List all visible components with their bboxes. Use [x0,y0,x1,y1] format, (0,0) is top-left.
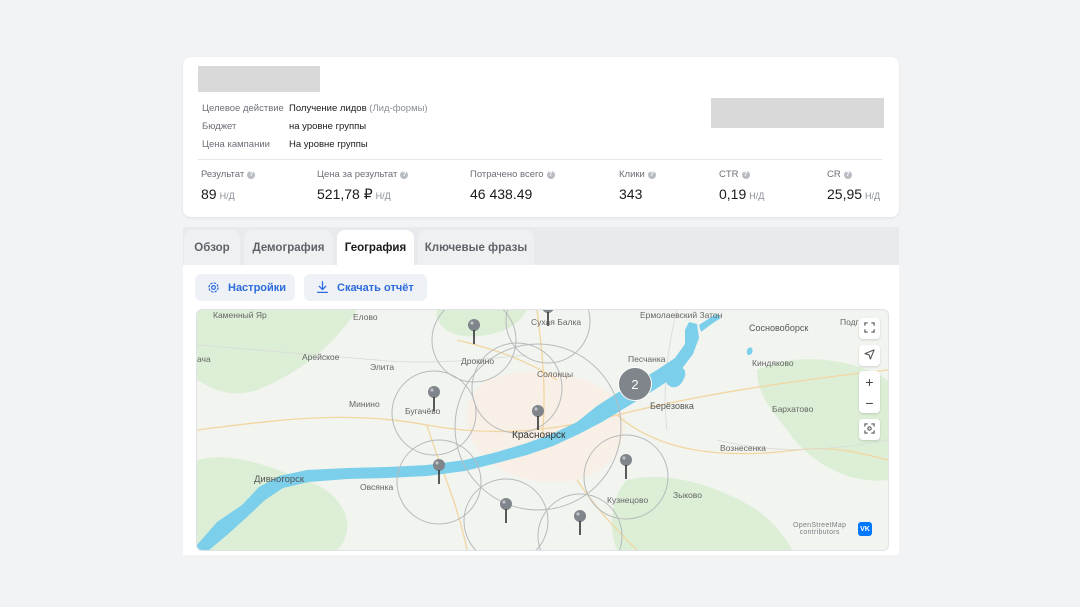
place-label: Песчанка [628,354,666,364]
place-label: Бархатово [772,404,814,414]
info-row-budget: Бюджет на уровне группы [202,118,428,136]
info-label: Цена кампании [202,139,270,150]
metric-value: 89 [201,186,217,202]
fullscreen-button[interactable] [859,318,880,339]
place-label: Елово [353,312,378,322]
help-icon[interactable]: ? [400,170,409,179]
vk-logo-icon[interactable]: VK [858,522,872,536]
metric-value: 25,95 [827,186,863,202]
zoom-controls: + − [859,371,880,413]
metric-value: 343 [619,186,643,202]
metric-cr: CR? 25,95 Н/Д [827,169,880,202]
settings-button[interactable]: Настройки [195,274,295,301]
metric-result: Результат? 89 Н/Д [201,169,256,202]
capture-icon [864,421,875,439]
map-marker-pin[interactable] [531,404,545,432]
campaign-summary-card: Целевое действие Получение лидов (Лид-фо… [183,57,899,217]
help-icon[interactable]: ? [247,170,256,179]
campaign-image-placeholder [711,98,884,128]
info-value: На уровне группы [289,139,368,150]
metric-label: Потрачено всего [470,169,544,180]
place-label: ача [197,354,211,364]
metric-spent: Потрачено всего? 46 438.49 [470,169,555,202]
expand-icon [864,320,875,338]
metric-cost-per-result: Цена за результат? 521,78 ₽ Н/Д [317,169,409,203]
place-label: Каменный Яр [213,310,267,320]
download-report-button[interactable]: Скачать отчёт [304,274,427,301]
place-label: Вознесенка [720,443,766,453]
info-label: Бюджет [202,121,237,132]
help-icon[interactable]: ? [741,170,750,179]
info-row-goal: Целевое действие Получение лидов (Лид-фо… [202,100,428,118]
help-icon[interactable]: ? [546,170,555,179]
info-row-price: Цена кампании На уровне группы [202,136,428,154]
geo-map[interactable]: 2 Каменный Яр Елово Сухая Балка Ермолаев… [196,309,889,551]
info-value: Получение лидов (Лид-формы) [289,103,428,114]
metric-na: Н/Д [375,191,391,201]
metric-label: CTR [719,169,739,180]
screenshot-button[interactable] [859,419,880,440]
metric-label: Результат [201,169,245,180]
map-marker-pin[interactable] [467,318,481,346]
attribution-line: OpenStreetMap [793,522,847,529]
place-label: Сосновоборск [749,323,809,333]
campaign-name-placeholder [198,66,320,92]
gear-icon [207,281,220,294]
metric-clicks: Клики? 343 [619,169,656,202]
navigation-arrow-icon [864,347,875,365]
zoom-out-button[interactable]: − [859,392,880,413]
download-label: Скачать отчёт [337,281,414,294]
place-label: Ермолаевский Затон [640,310,723,320]
place-label: Арейское [302,352,340,362]
place-label: Сухая Балка [531,317,582,327]
metric-value: 0,19 [719,186,747,202]
attribution-line: contributors [799,529,840,536]
settings-label: Настройки [228,281,287,294]
marker-cluster[interactable]: 2 [618,367,652,401]
metric-na: Н/Д [749,191,765,201]
map-marker-pin[interactable] [573,509,587,537]
place-label: Подг [840,317,859,327]
map-attribution[interactable]: OpenStreetMap contributors [793,522,846,536]
campaign-info: Целевое действие Получение лидов (Лид-фо… [202,100,428,154]
place-label: Киндяково [752,358,794,368]
tab-key-phrases[interactable]: Ключевые фразы [418,230,534,265]
place-label: Дрокино [461,356,495,366]
map-marker-pin[interactable] [432,458,446,486]
tab-demography[interactable]: Демография [244,230,333,265]
place-label: Красноярск [512,430,566,441]
place-label: Дивногорск [254,474,305,485]
download-icon [316,281,329,294]
zoom-in-button[interactable]: + [859,371,880,392]
map-marker-pin[interactable] [619,453,633,481]
place-label: Элита [370,362,395,372]
metric-label: Клики [619,169,645,180]
place-label: Овсянка [360,482,394,492]
place-label: Кузнецово [607,495,649,505]
metric-value: 521,78 ₽ [317,186,373,202]
metric-ctr: CTR? 0,19 Н/Д [719,169,764,202]
metric-value: 46 438.49 [470,186,533,202]
divider [198,159,882,160]
info-label: Целевое действие [202,103,284,114]
place-label: Бугачёво [405,406,441,416]
info-value: на уровне группы [289,121,367,132]
metric-na: Н/Д [219,191,235,201]
geolocate-button[interactable] [859,345,880,366]
tab-overview[interactable]: Обзор [184,230,240,265]
tab-geography[interactable]: География [337,230,414,265]
geography-panel: Настройки Скачать отчёт 2 Каменный Яр Ел… [183,265,899,555]
help-icon[interactable]: ? [647,170,656,179]
place-label: Солонцы [537,369,574,379]
place-label: Минино [349,399,380,409]
metric-label: Цена за результат [317,169,398,180]
help-icon[interactable]: ? [843,170,852,179]
map-marker-pin[interactable] [499,497,513,525]
metric-na: Н/Д [865,191,881,201]
place-label: Берёзовка [650,401,694,411]
place-label: Зыково [673,490,702,500]
metric-label: CR [827,169,841,180]
